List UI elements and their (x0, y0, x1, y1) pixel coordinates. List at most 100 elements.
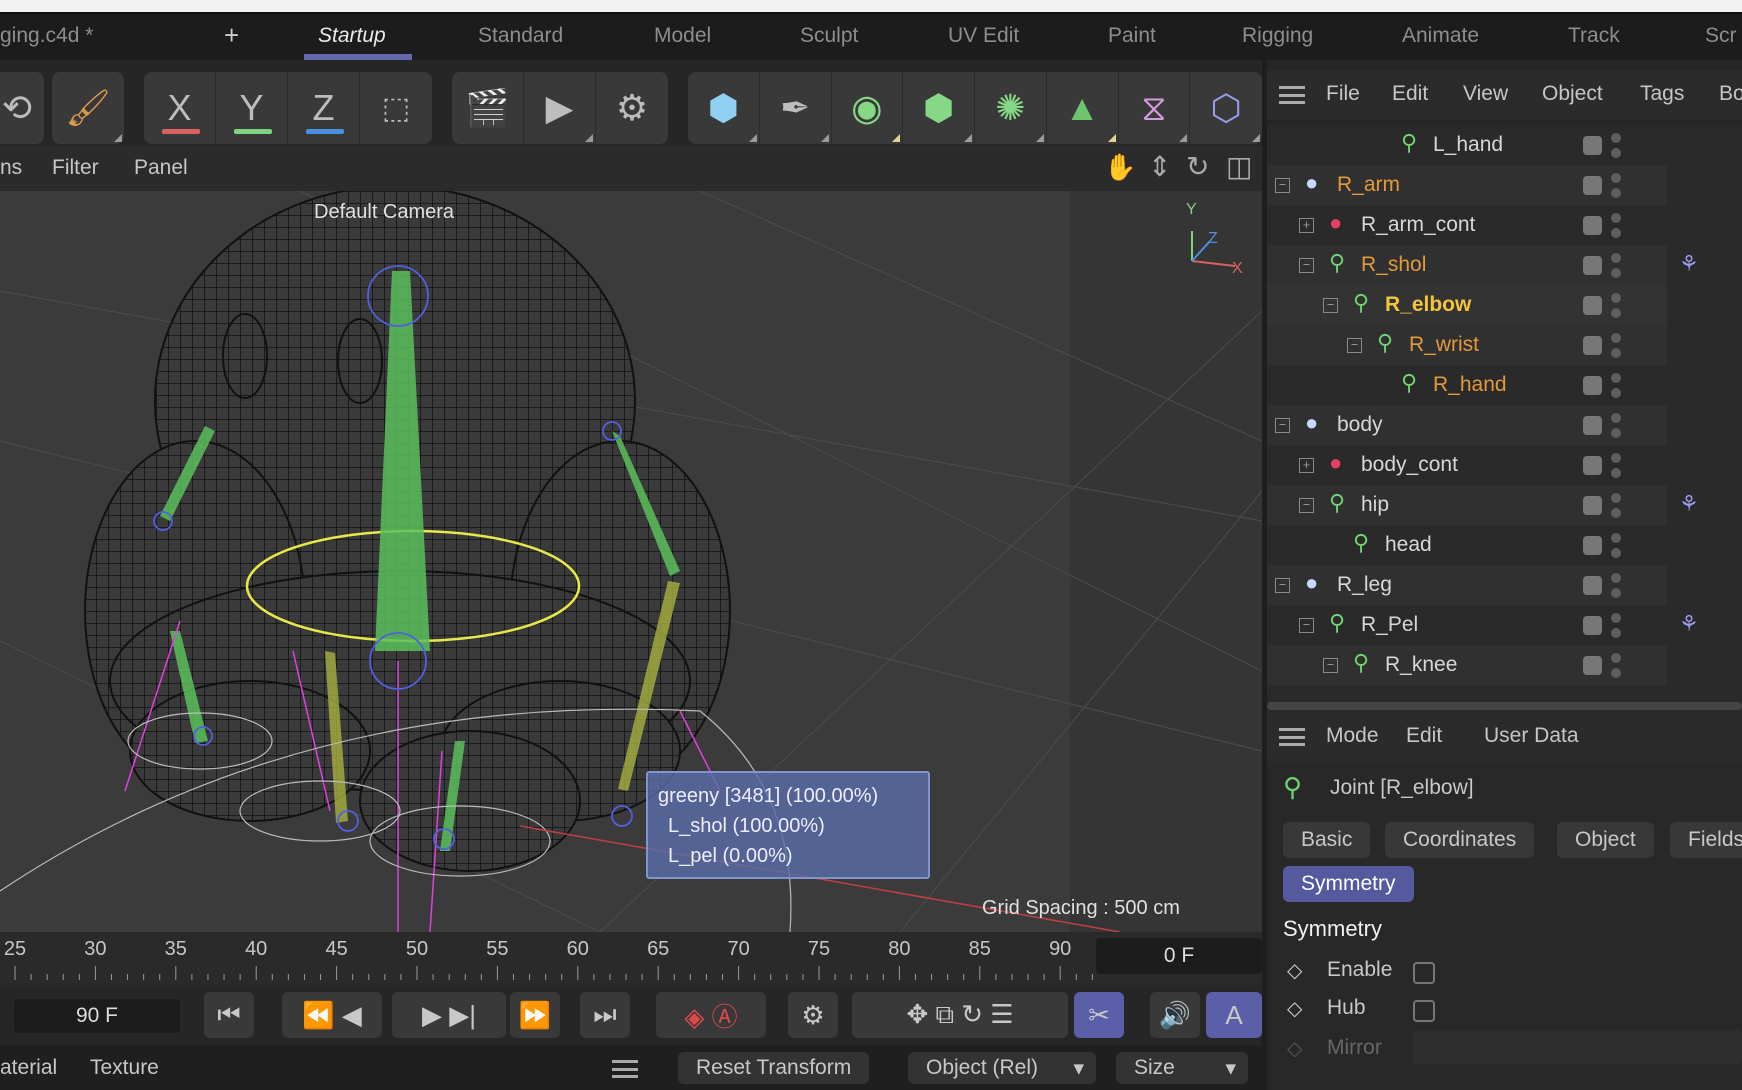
tree-row-r_pel[interactable]: − ⚲ R_Pel ⚘ (1267, 605, 1699, 645)
tree-row-l_hand[interactable]: ⚲ L_hand (1267, 125, 1667, 165)
layout-tab-model[interactable]: Model (654, 24, 711, 48)
reset-transform-button[interactable]: Reset Transform (678, 1052, 870, 1084)
om-menu-edit[interactable]: Edit (1392, 82, 1428, 106)
pan-hand-icon[interactable]: ✋ (1104, 152, 1136, 183)
collapse-icon[interactable]: − (1299, 498, 1314, 513)
layout-tab-scr[interactable]: Scr (1705, 24, 1737, 48)
tab-basic[interactable]: Basic (1283, 822, 1371, 858)
collapse-icon[interactable]: − (1323, 298, 1338, 313)
editor-visibility-icon[interactable] (1583, 216, 1602, 235)
menu-icon[interactable] (1279, 86, 1305, 104)
tab-fields[interactable]: Fields (1670, 822, 1742, 858)
layout-tab-uv-edit[interactable]: UV Edit (948, 24, 1019, 48)
keyframe-diamond-icon[interactable]: ◇ (1287, 996, 1302, 1021)
keyframe-diamond-icon[interactable]: ◇ (1287, 958, 1302, 983)
x-axis-lock-button[interactable]: X (144, 72, 216, 144)
tree-row-body[interactable]: − ● body (1267, 405, 1667, 445)
current-frame-field[interactable]: 0 F (1096, 938, 1262, 974)
editor-visibility-icon[interactable] (1583, 496, 1602, 515)
editor-visibility-icon[interactable] (1583, 576, 1602, 595)
pen-spline-icon[interactable]: ✒ (760, 72, 832, 144)
play-icon[interactable]: ▶ ▶| (392, 992, 506, 1038)
tab-object[interactable]: Object (1557, 822, 1654, 858)
material-tab[interactable]: aterial (0, 1056, 57, 1080)
texture-tab[interactable]: Texture (90, 1056, 159, 1080)
spline-wrap-icon[interactable]: ⬡ (1190, 72, 1262, 144)
collapse-icon[interactable]: − (1299, 258, 1314, 273)
tree-row-head[interactable]: ⚲ head (1267, 525, 1667, 565)
attr-menu-user-data[interactable]: User Data (1484, 724, 1579, 748)
enable-checkbox[interactable] (1413, 962, 1435, 984)
add-layout-button[interactable]: + (224, 20, 239, 51)
extrude-icon[interactable]: ⬢ (903, 72, 975, 144)
om-menu-view[interactable]: View (1463, 82, 1508, 106)
menu-icon[interactable] (612, 1060, 638, 1078)
end-frame-field[interactable]: 90 F (14, 999, 180, 1033)
cube-icon[interactable]: ⬢ (688, 72, 760, 144)
size-mode-dropdown[interactable]: Size ▾ (1116, 1052, 1248, 1084)
tree-row-r_wrist[interactable]: − ⚲ R_wrist (1267, 325, 1667, 365)
editor-visibility-icon[interactable] (1583, 296, 1602, 315)
tree-row-r_arm[interactable]: − ● R_arm (1267, 165, 1667, 205)
key-track-icons[interactable]: ✥ ⧉ ↻ ☰ (852, 992, 1068, 1038)
visibility-dots-icon[interactable] (1611, 531, 1621, 561)
subdivision-icon[interactable]: ◉ (832, 72, 904, 144)
editor-visibility-icon[interactable] (1583, 176, 1602, 195)
visibility-dots-icon[interactable] (1611, 251, 1621, 281)
layout-tab-track[interactable]: Track (1568, 24, 1620, 48)
bend-deformer-icon[interactable]: ⧖ (1119, 72, 1191, 144)
collapse-icon[interactable]: − (1323, 658, 1338, 673)
z-axis-lock-button[interactable]: Z (288, 72, 360, 144)
collapse-icon[interactable]: − (1275, 178, 1290, 193)
layout-tab-standard[interactable]: Standard (478, 24, 563, 48)
tree-row-body_cont[interactable]: + ● body_cont (1267, 445, 1667, 485)
visibility-dots-icon[interactable] (1611, 211, 1621, 241)
tree-row-r_arm_cont[interactable]: + ● R_arm_cont (1267, 205, 1667, 245)
next-key-icon[interactable]: ⏩ (510, 992, 560, 1038)
tree-row-r_knee[interactable]: − ⚲ R_knee (1267, 645, 1667, 685)
interpolation-icon[interactable]: A (1206, 992, 1262, 1038)
auto-key-icon[interactable]: ✂ (1074, 992, 1124, 1038)
render-view-icon[interactable]: 🎬 (452, 72, 524, 144)
tab-symmetry[interactable]: Symmetry (1283, 866, 1414, 902)
render-settings-icon[interactable]: ⚙ (596, 72, 668, 144)
visibility-dots-icon[interactable] (1611, 451, 1621, 481)
layout-tab-sculpt[interactable]: Sculpt (800, 24, 858, 48)
collapse-icon[interactable]: − (1299, 618, 1314, 633)
viewport-menu-options[interactable]: ns (0, 156, 22, 180)
editor-visibility-icon[interactable] (1583, 456, 1602, 475)
layout-tab-rigging[interactable]: Rigging (1242, 24, 1313, 48)
tab-coordinates[interactable]: Coordinates (1385, 822, 1535, 858)
field-deformer-icon[interactable]: ▲ (1047, 72, 1119, 144)
editor-visibility-icon[interactable] (1583, 616, 1602, 635)
editor-visibility-icon[interactable] (1583, 136, 1602, 155)
rotate-camera-icon[interactable]: ↻ (1186, 150, 1209, 183)
om-menu-file[interactable]: File (1326, 82, 1360, 106)
collapse-icon[interactable]: − (1347, 338, 1362, 353)
visibility-dots-icon[interactable] (1611, 411, 1621, 441)
tree-row-r_shol[interactable]: − ⚲ R_shol ⚘ (1267, 245, 1699, 285)
maximize-view-icon[interactable]: ◫ (1226, 150, 1252, 183)
tree-row-r_elbow[interactable]: − ⚲ R_elbow (1267, 285, 1667, 325)
collapse-icon[interactable]: − (1275, 578, 1290, 593)
tree-row-hip[interactable]: − ⚲ hip ⚘ (1267, 485, 1699, 525)
viewport-menu-filter[interactable]: Filter (52, 156, 99, 180)
go-to-end-icon[interactable]: ⏭ (580, 992, 630, 1038)
editor-visibility-icon[interactable] (1583, 376, 1602, 395)
collapse-icon[interactable]: − (1275, 418, 1290, 433)
visibility-dots-icon[interactable] (1611, 371, 1621, 401)
expand-icon[interactable]: + (1299, 458, 1314, 473)
editor-visibility-icon[interactable] (1583, 416, 1602, 435)
editor-visibility-icon[interactable] (1583, 256, 1602, 275)
hub-checkbox[interactable] (1413, 1000, 1435, 1022)
visibility-dots-icon[interactable] (1611, 291, 1621, 321)
menu-icon[interactable] (1279, 728, 1305, 746)
record-keys-icon[interactable]: ◈ Ⓐ (656, 992, 766, 1038)
visibility-dots-icon[interactable] (1611, 331, 1621, 361)
coordinate-mode-dropdown[interactable]: Object (Rel) ▾ (908, 1052, 1096, 1084)
go-to-start-icon[interactable]: ⏮ (204, 992, 254, 1038)
cloner-icon[interactable]: ✺ (975, 72, 1047, 144)
layout-tab-paint[interactable]: Paint (1108, 24, 1156, 48)
y-axis-lock-button[interactable]: Y (216, 72, 288, 144)
paint-brush-icon[interactable]: 🖌 (52, 72, 124, 144)
